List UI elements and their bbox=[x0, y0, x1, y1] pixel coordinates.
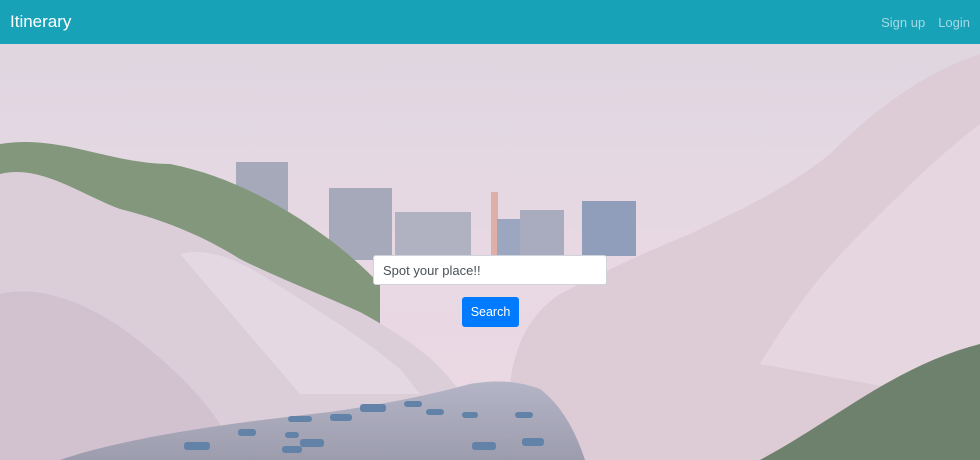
nav-links: Sign up Login bbox=[881, 15, 970, 30]
brand-logo[interactable]: Itinerary bbox=[10, 12, 71, 32]
top-navbar: Itinerary Sign up Login bbox=[0, 0, 980, 44]
signup-link[interactable]: Sign up bbox=[881, 15, 925, 30]
login-link[interactable]: Login bbox=[938, 15, 970, 30]
search-input[interactable] bbox=[373, 255, 607, 285]
search-button[interactable]: Search bbox=[462, 297, 519, 327]
hero-background-image bbox=[0, 44, 980, 460]
